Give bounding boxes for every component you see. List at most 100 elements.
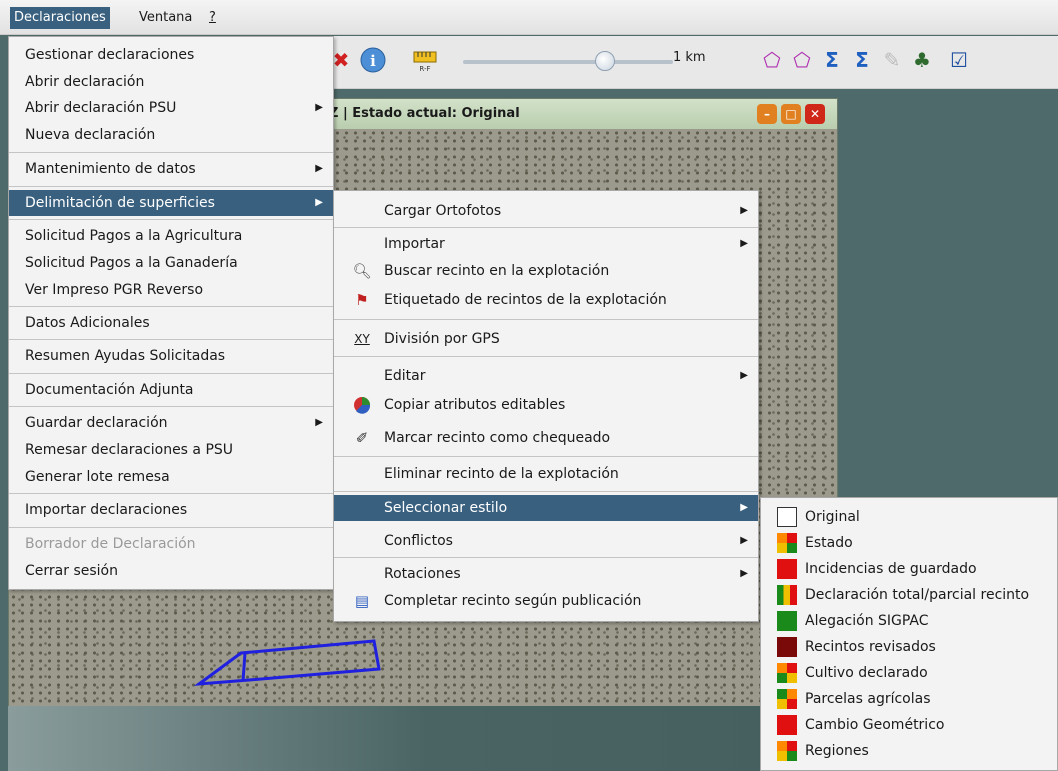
- ruler-caption: R-F: [419, 65, 430, 73]
- maximize-button[interactable]: □: [781, 104, 801, 124]
- menu-item-delimitacion[interactable]: Delimitación de superficies ▶: [9, 190, 333, 216]
- style-item-alegacion[interactable]: Alegación SIGPAC: [761, 608, 1057, 634]
- menu-item-guardar[interactable]: Guardar declaración ▶: [9, 411, 333, 435]
- window-close-button[interactable]: ✕: [805, 104, 825, 124]
- ruler-icon[interactable]: R-F: [411, 46, 439, 74]
- menu-item-datos-adicionales[interactable]: Datos Adicionales: [9, 311, 333, 335]
- swatch-multicolor-icon: [777, 689, 797, 709]
- submenu-arrow-icon: ▶: [740, 370, 748, 381]
- menu-item-remesar[interactable]: Remesar declaraciones a PSU: [9, 438, 333, 462]
- info-icon[interactable]: i: [359, 46, 387, 74]
- submenu-item-importar[interactable]: Importar ▶: [334, 232, 758, 256]
- menu-ventana[interactable]: Ventana: [135, 7, 196, 29]
- submenu-arrow-icon: ▶: [740, 535, 748, 546]
- separator: [9, 219, 333, 220]
- sum-icon[interactable]: Σ: [818, 46, 846, 74]
- submenu-arrow-icon: ▶: [315, 417, 323, 428]
- toolbar: ✖ i R-F 1 km ⬠ ⬠ Σ Σ ✎ ♣ ☑: [333, 36, 1058, 89]
- submenu-arrow-icon: ▶: [315, 102, 323, 113]
- style-item-cambio-geometrico[interactable]: Cambio Geométrico: [761, 712, 1057, 738]
- select-add-icon[interactable]: ⬠: [758, 46, 786, 74]
- minimize-button[interactable]: –: [757, 104, 777, 124]
- submenu-item-completar-recinto[interactable]: ▤ Completar recinto según publicación: [334, 589, 758, 613]
- separator: [334, 557, 758, 558]
- style-item-estado[interactable]: Estado: [761, 530, 1057, 556]
- swatch-red-icon: [777, 559, 797, 579]
- brush-icon: ✐: [355, 429, 369, 447]
- separator: [9, 527, 333, 528]
- menu-help[interactable]: ?: [205, 7, 220, 29]
- menu-item-nueva[interactable]: Nueva declaración: [9, 123, 333, 147]
- separator: [9, 406, 333, 407]
- swatch-white-icon: [777, 507, 797, 527]
- menu-item-abrir-psu[interactable]: Abrir declaración PSU ▶: [9, 96, 333, 120]
- style-item-cultivo[interactable]: Cultivo declarado: [761, 660, 1057, 686]
- menu-item-documentacion[interactable]: Documentación Adjunta: [9, 378, 333, 402]
- swatch-stripes-icon: [777, 585, 797, 605]
- separator: [334, 456, 758, 457]
- scale-label: 1 km: [673, 50, 706, 65]
- submenu-item-editar[interactable]: Editar ▶: [334, 364, 758, 388]
- menu-item-abrir[interactable]: Abrir declaración: [9, 70, 333, 94]
- menu-item-cerrar-sesion[interactable]: Cerrar sesión: [9, 559, 333, 583]
- swatch-multicolor-icon: [777, 741, 797, 761]
- delimitacion-submenu: Cargar Ortofotos ▶ Importar ▶ 🔍︎ Buscar rec…: [333, 190, 759, 622]
- style-item-recintos-revisados[interactable]: Recintos revisados: [761, 634, 1057, 660]
- separator: [9, 186, 333, 187]
- swatch-multicolor-icon: [777, 663, 797, 683]
- submenu-item-rotaciones[interactable]: Rotaciones ▶: [334, 562, 758, 586]
- menu-item-gestionar[interactable]: Gestionar declaraciones: [9, 43, 333, 67]
- separator: [9, 493, 333, 494]
- submenu-item-seleccionar-estilo[interactable]: Seleccionar estilo ▶: [334, 495, 758, 521]
- swatch-multicolor-icon: [777, 533, 797, 553]
- submenu-arrow-icon: ▶: [740, 205, 748, 216]
- publish-icon: ▤: [354, 592, 370, 610]
- style-item-original[interactable]: Original: [761, 504, 1057, 530]
- menu-item-generar-lote[interactable]: Generar lote remesa: [9, 465, 333, 489]
- submenu-arrow-icon: ▶: [740, 502, 748, 513]
- edit-icon[interactable]: ✎: [878, 46, 906, 74]
- estilo-submenu: Original Estado Incidencias de guardado …: [760, 497, 1058, 771]
- submenu-item-copiar-atributos[interactable]: Copiar atributos editables: [334, 393, 758, 417]
- style-item-regiones[interactable]: Regiones: [761, 738, 1057, 764]
- swatch-green-icon: [777, 611, 797, 631]
- style-item-parcelas[interactable]: Parcelas agrícolas: [761, 686, 1057, 712]
- submenu-arrow-icon: ▶: [740, 238, 748, 249]
- menu-item-pagos-agricultura[interactable]: Solicitud Pagos a la Agricultura: [9, 224, 333, 248]
- submenu-item-etiquetado[interactable]: ⚑ Etiquetado de recintos de la explotació…: [334, 288, 758, 312]
- menu-item-impreso-pgr[interactable]: Ver Impreso PGR Reverso: [9, 278, 333, 302]
- separator: [9, 152, 333, 153]
- declaraciones-menu: Gestionar declaraciones Abrir declaració…: [8, 36, 334, 590]
- menu-declaraciones[interactable]: Declaraciones: [10, 7, 110, 29]
- separator: [9, 339, 333, 340]
- sum-filter-icon[interactable]: Σ: [848, 46, 876, 74]
- svg-text:i: i: [370, 52, 376, 70]
- submenu-item-cargar-ortofotos[interactable]: Cargar Ortofotos ▶: [334, 199, 758, 223]
- xy-gps-icon: XY: [354, 332, 370, 346]
- scale-slider-track[interactable]: [463, 60, 673, 64]
- menu-item-resumen-ayudas[interactable]: Resumen Ayudas Solicitadas: [9, 344, 333, 368]
- separator: [334, 491, 758, 492]
- swatch-darkred-icon: [777, 637, 797, 657]
- menu-item-importar-declaraciones[interactable]: Importar declaraciones: [9, 498, 333, 522]
- tree-icon[interactable]: ♣: [908, 46, 936, 74]
- submenu-item-division-gps[interactable]: XY División por GPS: [334, 327, 758, 351]
- separator: [9, 373, 333, 374]
- menu-item-borrador: Borrador de Declaración: [25, 536, 196, 552]
- separator: [334, 319, 758, 320]
- menu-item-pagos-ganaderia[interactable]: Solicitud Pagos a la Ganadería: [9, 251, 333, 275]
- submenu-item-eliminar-recinto[interactable]: Eliminar recinto de la explotación: [334, 462, 758, 486]
- submenu-item-marcar-chequeado[interactable]: ✐ Marcar recinto como chequeado: [334, 426, 758, 450]
- separator: [9, 306, 333, 307]
- color-wheel-icon: [352, 396, 372, 414]
- select-remove-icon[interactable]: ⬠: [788, 46, 816, 74]
- pin-icon: ⚑: [355, 291, 369, 309]
- submenu-item-buscar-recinto[interactable]: 🔍︎ Buscar recinto en la explotación: [334, 259, 758, 283]
- scale-slider-thumb[interactable]: [595, 51, 615, 71]
- menu-item-mantenimiento[interactable]: Mantenimiento de datos ▶: [9, 157, 333, 181]
- swatch-red-icon: [777, 715, 797, 735]
- submenu-item-conflictos[interactable]: Conflictos ▶: [334, 529, 758, 553]
- style-item-declaracion-total[interactable]: Declaración total/parcial recinto: [761, 582, 1057, 608]
- edit-box-icon[interactable]: ☑: [945, 46, 973, 74]
- style-item-incidencias[interactable]: Incidencias de guardado: [761, 556, 1057, 582]
